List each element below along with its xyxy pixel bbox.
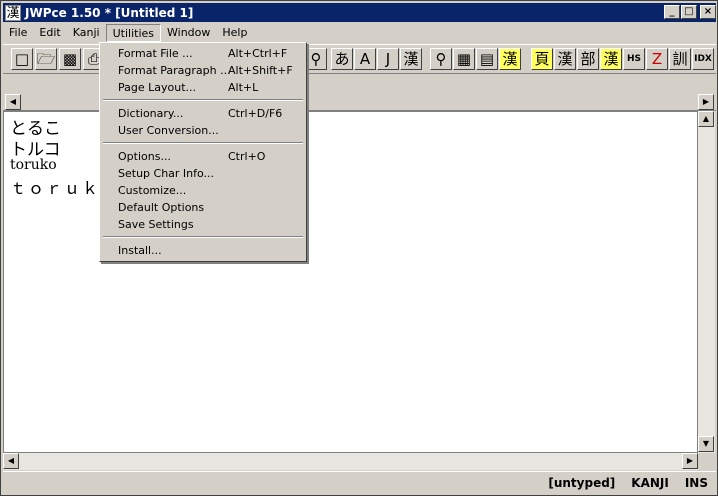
menu-item-label: Setup Char Info... <box>118 167 215 180</box>
scroll-corner <box>698 453 715 470</box>
menu-help[interactable]: Help <box>216 24 253 42</box>
menu-item-shortcut: Ctrl+D/F6 <box>228 107 283 120</box>
jascii-mode-button[interactable]: J <box>377 48 399 70</box>
hscroll-left-icon[interactable]: ◀ <box>3 453 19 469</box>
menu-item-format-file[interactable]: Format File ... Alt+Ctrl+F <box>102 45 304 62</box>
status-insert-mode: INS <box>684 475 708 490</box>
menu-item-default-options[interactable]: Default Options <box>102 199 304 216</box>
minimize-icon[interactable]: _ <box>664 5 680 19</box>
menu-item-dictionary[interactable]: Dictionary... Ctrl+D/F6 <box>102 105 304 122</box>
reading-lookup-button[interactable]: 訓 <box>669 48 691 70</box>
menu-kanji[interactable]: Kanji <box>67 24 106 42</box>
menu-item-page-layout[interactable]: Page Layout... Alt+L <box>102 79 304 96</box>
menu-item-label: Format File ... <box>118 47 193 60</box>
menu-item-label: Save Settings <box>118 218 194 231</box>
menu-item-install[interactable]: Install... <box>102 242 304 259</box>
app-window: 漢 JWPce 1.50 * [Untitled 1] _ □ × File E… <box>0 0 718 496</box>
horizontal-scrollbar[interactable]: ◀ ▶ <box>3 453 698 470</box>
hscroll-right-icon[interactable]: ▶ <box>682 453 698 469</box>
dictionary-search-icon[interactable]: ⚲ <box>430 48 452 70</box>
index-lookup-button[interactable]: IDX <box>692 48 714 70</box>
vertical-scrollbar[interactable]: ▲ ▼ <box>698 111 715 453</box>
menu-item-label: Options... <box>118 150 171 163</box>
editor-line: toruko <box>10 157 57 173</box>
menu-item-shortcut: Alt+L <box>228 81 259 94</box>
kanji-count-button[interactable]: 漢 <box>600 48 622 70</box>
menu-item-label: Default Options <box>118 201 205 214</box>
menu-bar: File Edit Kanji Utilities Window Help <box>3 23 716 42</box>
scroll-left-icon[interactable]: ◀ <box>5 94 21 110</box>
menu-item-options[interactable]: Options... Ctrl+O <box>102 148 304 165</box>
app-icon: 漢 <box>5 4 21 21</box>
radical-lookup-button[interactable]: 部 <box>577 48 599 70</box>
kanji-table-icon[interactable]: ▦ <box>453 48 475 70</box>
menu-separator <box>103 142 303 144</box>
menu-separator <box>103 99 303 101</box>
menu-item-label: Page Layout... <box>118 81 197 94</box>
menu-window[interactable]: Window <box>161 24 216 42</box>
title-bar[interactable]: 漢 JWPce 1.50 * [Untitled 1] _ □ × <box>3 3 716 22</box>
menu-item-shortcut: Alt+Ctrl+F <box>228 47 288 60</box>
scroll-up-icon[interactable]: ▲ <box>698 111 714 127</box>
scroll-down-icon[interactable]: ▼ <box>698 436 714 452</box>
menu-utilities[interactable]: Utilities <box>105 23 161 42</box>
menu-item-label: Dictionary... <box>118 107 184 120</box>
maximize-icon[interactable]: □ <box>681 5 697 19</box>
new-file-icon[interactable]: □ <box>11 48 33 70</box>
hs-lookup-button[interactable]: HS <box>623 48 645 70</box>
ascii-mode-button[interactable]: A <box>354 48 376 70</box>
menu-separator <box>103 236 303 238</box>
status-input-mode: KANJI <box>631 475 669 490</box>
menu-item-user-conversion[interactable]: User Conversion... <box>102 122 304 139</box>
utilities-dropdown-menu: Format File ... Alt+Ctrl+F Format Paragra… <box>99 42 307 262</box>
hiragana-mode-button[interactable]: あ <box>331 48 353 70</box>
menu-item-format-paragraph[interactable]: Format Paragraph ... Alt+Shift+F <box>102 62 304 79</box>
menu-edit[interactable]: Edit <box>33 24 66 42</box>
menu-item-setup-char-info[interactable]: Setup Char Info... <box>102 165 304 182</box>
menu-item-label: Customize... <box>118 184 187 197</box>
menu-item-label: User Conversion... <box>118 124 219 137</box>
skip-lookup-button[interactable]: 漢 <box>554 48 576 70</box>
menu-item-label: Install... <box>118 244 162 257</box>
window-title: JWPce 1.50 * [Untitled 1] <box>25 5 194 20</box>
kanji-lookup-icon[interactable]: 漢 <box>499 48 521 70</box>
menu-item-customize[interactable]: Customize... <box>102 182 304 199</box>
menu-item-shortcut: Alt+Shift+F <box>228 64 293 77</box>
status-mode: [untyped] <box>548 475 616 490</box>
kanji-convert-button[interactable]: 漢 <box>400 48 422 70</box>
status-bar: [untyped] KANJI INS <box>3 471 716 493</box>
find-icon[interactable]: ⚲ <box>305 48 327 70</box>
menu-item-shortcut: Ctrl+O <box>228 150 266 163</box>
menu-item-label: Format Paragraph ... <box>118 64 231 77</box>
four-corner-button[interactable]: Z <box>646 48 668 70</box>
save-icon[interactable]: ▩ <box>59 48 81 70</box>
close-icon[interactable]: × <box>700 5 716 19</box>
open-folder-icon[interactable]: 🗁 <box>35 48 57 70</box>
scroll-right-icon[interactable]: ▶ <box>698 94 714 110</box>
kanji-info-icon[interactable]: ▤ <box>476 48 498 70</box>
menu-item-save-settings[interactable]: Save Settings <box>102 216 304 233</box>
menu-file[interactable]: File <box>3 24 33 42</box>
bushu-lookup-button[interactable]: 頁 <box>531 48 553 70</box>
